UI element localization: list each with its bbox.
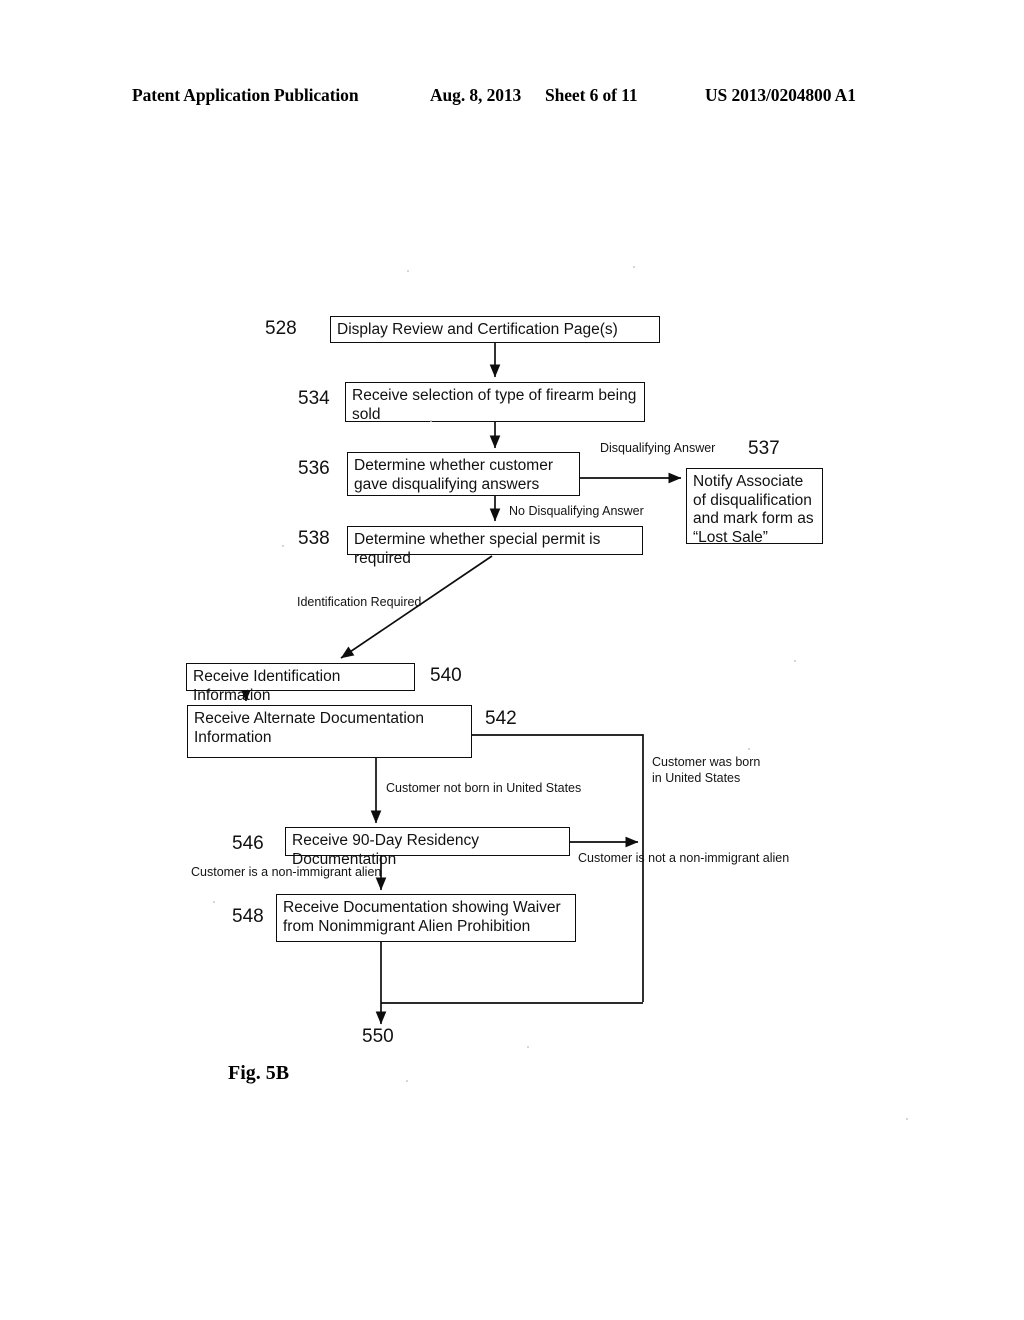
box-534-label: Receive selection of type of firearm bei… bbox=[352, 387, 637, 423]
scan-speck bbox=[213, 901, 215, 903]
scan-speck bbox=[430, 420, 432, 422]
box-determine-special-permit-required[interactable]: Determine whether special permit is requ… bbox=[347, 526, 643, 567]
box-receive-alternate-documentation[interactable]: Receive Alternate Documentation Informat… bbox=[187, 705, 472, 758]
scan-speck bbox=[633, 266, 635, 268]
refnum-546: 546 bbox=[232, 833, 264, 854]
figure-caption: Fig. 5B bbox=[228, 1062, 290, 1084]
box-receive-firearm-type-selection[interactable]: Receive selection of type of firearm bei… bbox=[345, 382, 645, 423]
scan-speck bbox=[748, 748, 750, 750]
box-receive-90-day-residency-documentation[interactable]: Receive 90-Day Residency Documentation bbox=[285, 827, 570, 868]
edge-label-customer-is-nonimmigrant-alien: Customer is a non-immigrant alien bbox=[191, 865, 382, 879]
refnum-538: 538 bbox=[298, 528, 330, 549]
flowchart-connectors bbox=[240, 342, 682, 1025]
box-540-label: Receive Identification Information bbox=[193, 668, 341, 704]
edge-label-identification-required: Identification Required bbox=[297, 595, 422, 609]
box-receive-identification-information[interactable]: Receive Identification Information bbox=[186, 663, 415, 704]
refnum-550: 550 bbox=[362, 1026, 394, 1047]
refnum-540: 540 bbox=[430, 665, 462, 686]
patent-figure-5b: 528 Display Review and Certification Pag… bbox=[0, 0, 1024, 1320]
box-receive-waiver-documentation[interactable]: Receive Documentation showing Waiver fro… bbox=[276, 894, 576, 942]
refnum-534: 534 bbox=[298, 388, 330, 409]
box-display-review-certification[interactable]: Display Review and Certification Page(s) bbox=[330, 316, 660, 343]
box-536-label: Determine whether customer gave disquali… bbox=[354, 457, 553, 493]
box-546-label: Receive 90-Day Residency Documentation bbox=[292, 832, 479, 868]
refnum-536: 536 bbox=[298, 458, 330, 479]
scan-speck bbox=[282, 545, 284, 547]
scan-speck bbox=[527, 1046, 529, 1048]
box-537-label: Notify Associate of disqualification and… bbox=[693, 473, 814, 546]
connector-542-born-in-us bbox=[472, 734, 644, 1002]
refnum-548: 548 bbox=[232, 906, 264, 927]
box-determine-disqualifying-answers[interactable]: Determine whether customer gave disquali… bbox=[347, 452, 580, 496]
scan-speck bbox=[794, 660, 796, 662]
refnum-542: 542 bbox=[485, 708, 517, 729]
refnum-537: 537 bbox=[748, 438, 780, 459]
scan-speck bbox=[906, 1118, 908, 1120]
edge-label-customer-born-in-us: Customer was born in United States bbox=[652, 755, 761, 785]
edge-label-customer-not-born-in-us: Customer not born in United States bbox=[386, 781, 582, 795]
scan-speck bbox=[406, 1080, 408, 1082]
box-538-label: Determine whether special permit is requ… bbox=[354, 531, 601, 567]
edge-label-customer-not-nonimmigrant-alien: Customer is not a non-immigrant alien bbox=[578, 851, 790, 865]
box-528-label: Display Review and Certification Page(s) bbox=[337, 321, 618, 338]
edge-label-disqualifying-answer: Disqualifying Answer bbox=[600, 441, 716, 455]
refnum-528: 528 bbox=[265, 318, 297, 339]
edge-label-no-disqualifying-answer: No Disqualifying Answer bbox=[509, 504, 644, 518]
box-542-label: Receive Alternate Documentation Informat… bbox=[194, 710, 425, 746]
scan-speck bbox=[407, 270, 409, 272]
box-548-label: Receive Documentation showing Waiver fro… bbox=[283, 899, 561, 935]
box-notify-associate-lost-sale[interactable]: Notify Associate of disqualification and… bbox=[686, 468, 823, 546]
